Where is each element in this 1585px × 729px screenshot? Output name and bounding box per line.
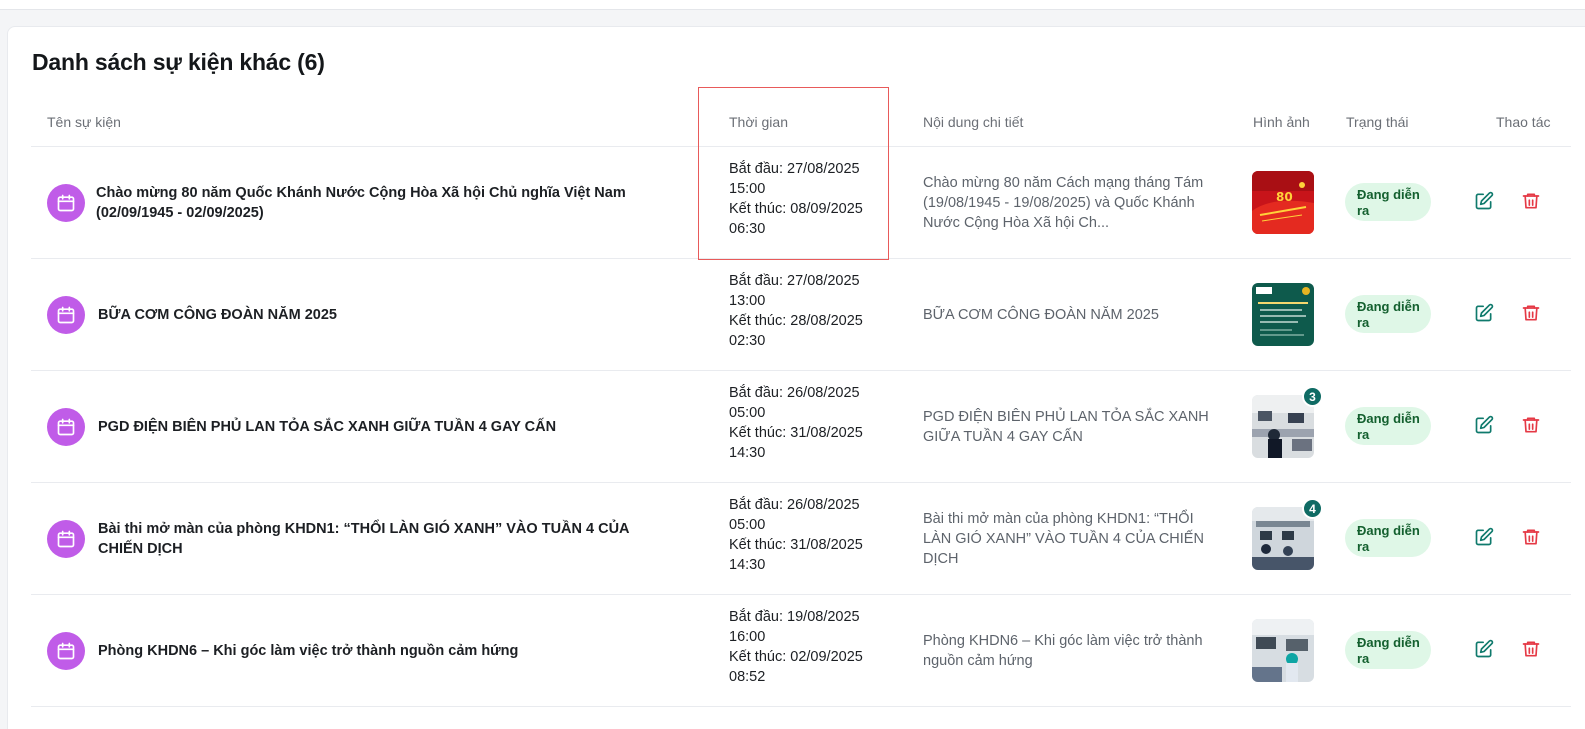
start-time: 05:00 <box>729 517 766 533</box>
end-time: 02:30 <box>729 333 766 349</box>
start-time: 16:00 <box>729 629 766 645</box>
event-thumbnail[interactable]: 3 <box>1252 386 1323 458</box>
table-row: Phòng KHDN6 – Khi góc làm việc trở thành… <box>31 595 1571 707</box>
end-time: 14:30 <box>729 557 766 573</box>
table-row: BỮA CƠM CÔNG ĐOÀN NĂM 2025 Bắt đầu: 27/0… <box>31 259 1571 371</box>
event-thumbnail[interactable] <box>1252 283 1314 346</box>
edit-icon[interactable] <box>1474 527 1494 547</box>
event-detail: Chào mừng 80 năm Cách mạng tháng Tám (19… <box>923 174 1204 231</box>
start-date: Bắt đầu: 19/08/2025 <box>729 609 860 625</box>
trash-icon[interactable] <box>1521 191 1541 211</box>
event-detail: BỮA CƠM CÔNG ĐOÀN NĂM 2025 <box>923 306 1159 323</box>
events-table: Tên sự kiện Thời gian Nội dung chi tiết … <box>31 97 1571 707</box>
top-bar <box>0 0 1585 10</box>
calendar-icon <box>47 408 85 446</box>
status-badge: Đang diễn ra <box>1345 519 1431 557</box>
event-detail: Phòng KHDN6 – Khi góc làm việc trở thành… <box>923 632 1203 669</box>
event-time: Bắt đầu: 26/08/2025 05:00 Kết thúc: 31/0… <box>729 495 899 575</box>
header-event-name: Tên sự kiện <box>47 114 121 130</box>
edit-icon[interactable] <box>1474 415 1494 435</box>
svg-text:80: 80 <box>1276 190 1293 204</box>
edit-icon[interactable] <box>1474 191 1494 211</box>
event-detail: Bài thi mở màn của phòng KHDN1: “THỔI LÀ… <box>923 510 1204 567</box>
table-row: Bài thi mở màn của phòng KHDN1: “THỔI LÀ… <box>31 483 1571 595</box>
header-time: Thời gian <box>729 114 788 130</box>
edit-icon[interactable] <box>1474 303 1494 323</box>
end-date: Kết thúc: 02/09/2025 <box>729 649 863 665</box>
header-detail: Nội dung chi tiết <box>923 114 1024 130</box>
start-date: Bắt đầu: 26/08/2025 <box>729 385 860 401</box>
status-badge: Đang diễn ra <box>1345 631 1431 669</box>
end-time: 08:52 <box>729 669 766 685</box>
section-title: Danh sách sự kiện khác (6) <box>32 49 325 75</box>
table-row: PGD ĐIỆN BIÊN PHỦ LAN TỎA SẮC XANH GIỮA … <box>31 371 1571 483</box>
end-date: Kết thúc: 31/08/2025 <box>729 537 863 553</box>
event-name: Chào mừng 80 năm Quốc Khánh Nước Cộng Hò… <box>96 184 626 221</box>
calendar-icon <box>47 520 85 558</box>
table-header: Tên sự kiện Thời gian Nội dung chi tiết … <box>31 97 1571 147</box>
event-name: PGD ĐIỆN BIÊN PHỦ LAN TỎA SẮC XANH GIỮA … <box>98 418 557 435</box>
event-time: Bắt đầu: 19/08/2025 16:00 Kết thúc: 02/0… <box>729 607 899 687</box>
event-detail: PGD ĐIỆN BIÊN PHỦ LAN TỎA SẮC XANH GIỮA … <box>923 408 1209 445</box>
start-time: 15:00 <box>729 181 766 197</box>
edit-icon[interactable] <box>1474 639 1494 659</box>
event-time: Bắt đầu: 27/08/2025 13:00 Kết thúc: 28/0… <box>729 271 899 351</box>
start-date: Bắt đầu: 26/08/2025 <box>729 497 860 513</box>
event-time: Bắt đầu: 27/08/2025 15:00 Kết thúc: 08/0… <box>729 159 899 239</box>
start-time: 05:00 <box>729 405 766 421</box>
table-row: Chào mừng 80 năm Quốc Khánh Nước Cộng Hò… <box>31 147 1571 259</box>
status-badge: Đang diễn ra <box>1345 407 1431 445</box>
status-badge: Đang diễn ra <box>1345 295 1431 333</box>
calendar-icon <box>47 632 85 670</box>
start-date: Bắt đầu: 27/08/2025 <box>729 161 860 177</box>
other-events-card: Danh sách sự kiện khác (6) Tên sự kiện T… <box>7 26 1585 729</box>
event-name: Bài thi mở màn của phòng KHDN1: “THỔI LÀ… <box>98 520 629 557</box>
header-status: Trạng thái <box>1346 114 1409 130</box>
end-date: Kết thúc: 31/08/2025 <box>729 425 863 441</box>
trash-icon[interactable] <box>1521 639 1541 659</box>
calendar-icon <box>47 296 85 334</box>
event-name: BỮA CƠM CÔNG ĐOÀN NĂM 2025 <box>98 306 337 323</box>
trash-icon[interactable] <box>1521 303 1541 323</box>
start-time: 13:00 <box>729 293 766 309</box>
image-count-badge: 4 <box>1302 498 1323 519</box>
header-actions: Thao tác <box>1496 114 1551 130</box>
event-time: Bắt đầu: 26/08/2025 05:00 Kết thúc: 31/0… <box>729 383 899 463</box>
event-thumbnail[interactable] <box>1252 619 1314 682</box>
end-date: Kết thúc: 08/09/2025 <box>729 201 863 217</box>
event-thumbnail[interactable]: 4 <box>1252 498 1323 570</box>
header-image: Hình ảnh <box>1253 114 1310 130</box>
event-name: Phòng KHDN6 – Khi góc làm việc trở thành… <box>98 642 519 659</box>
event-thumbnail[interactable]: 80 <box>1252 171 1314 234</box>
end-time: 06:30 <box>729 221 766 237</box>
trash-icon[interactable] <box>1521 415 1541 435</box>
end-date: Kết thúc: 28/08/2025 <box>729 313 863 329</box>
end-time: 14:30 <box>729 445 766 461</box>
trash-icon[interactable] <box>1521 527 1541 547</box>
status-badge: Đang diễn ra <box>1345 183 1431 221</box>
start-date: Bắt đầu: 27/08/2025 <box>729 273 860 289</box>
calendar-icon <box>47 184 85 222</box>
image-count-badge: 3 <box>1302 386 1323 407</box>
